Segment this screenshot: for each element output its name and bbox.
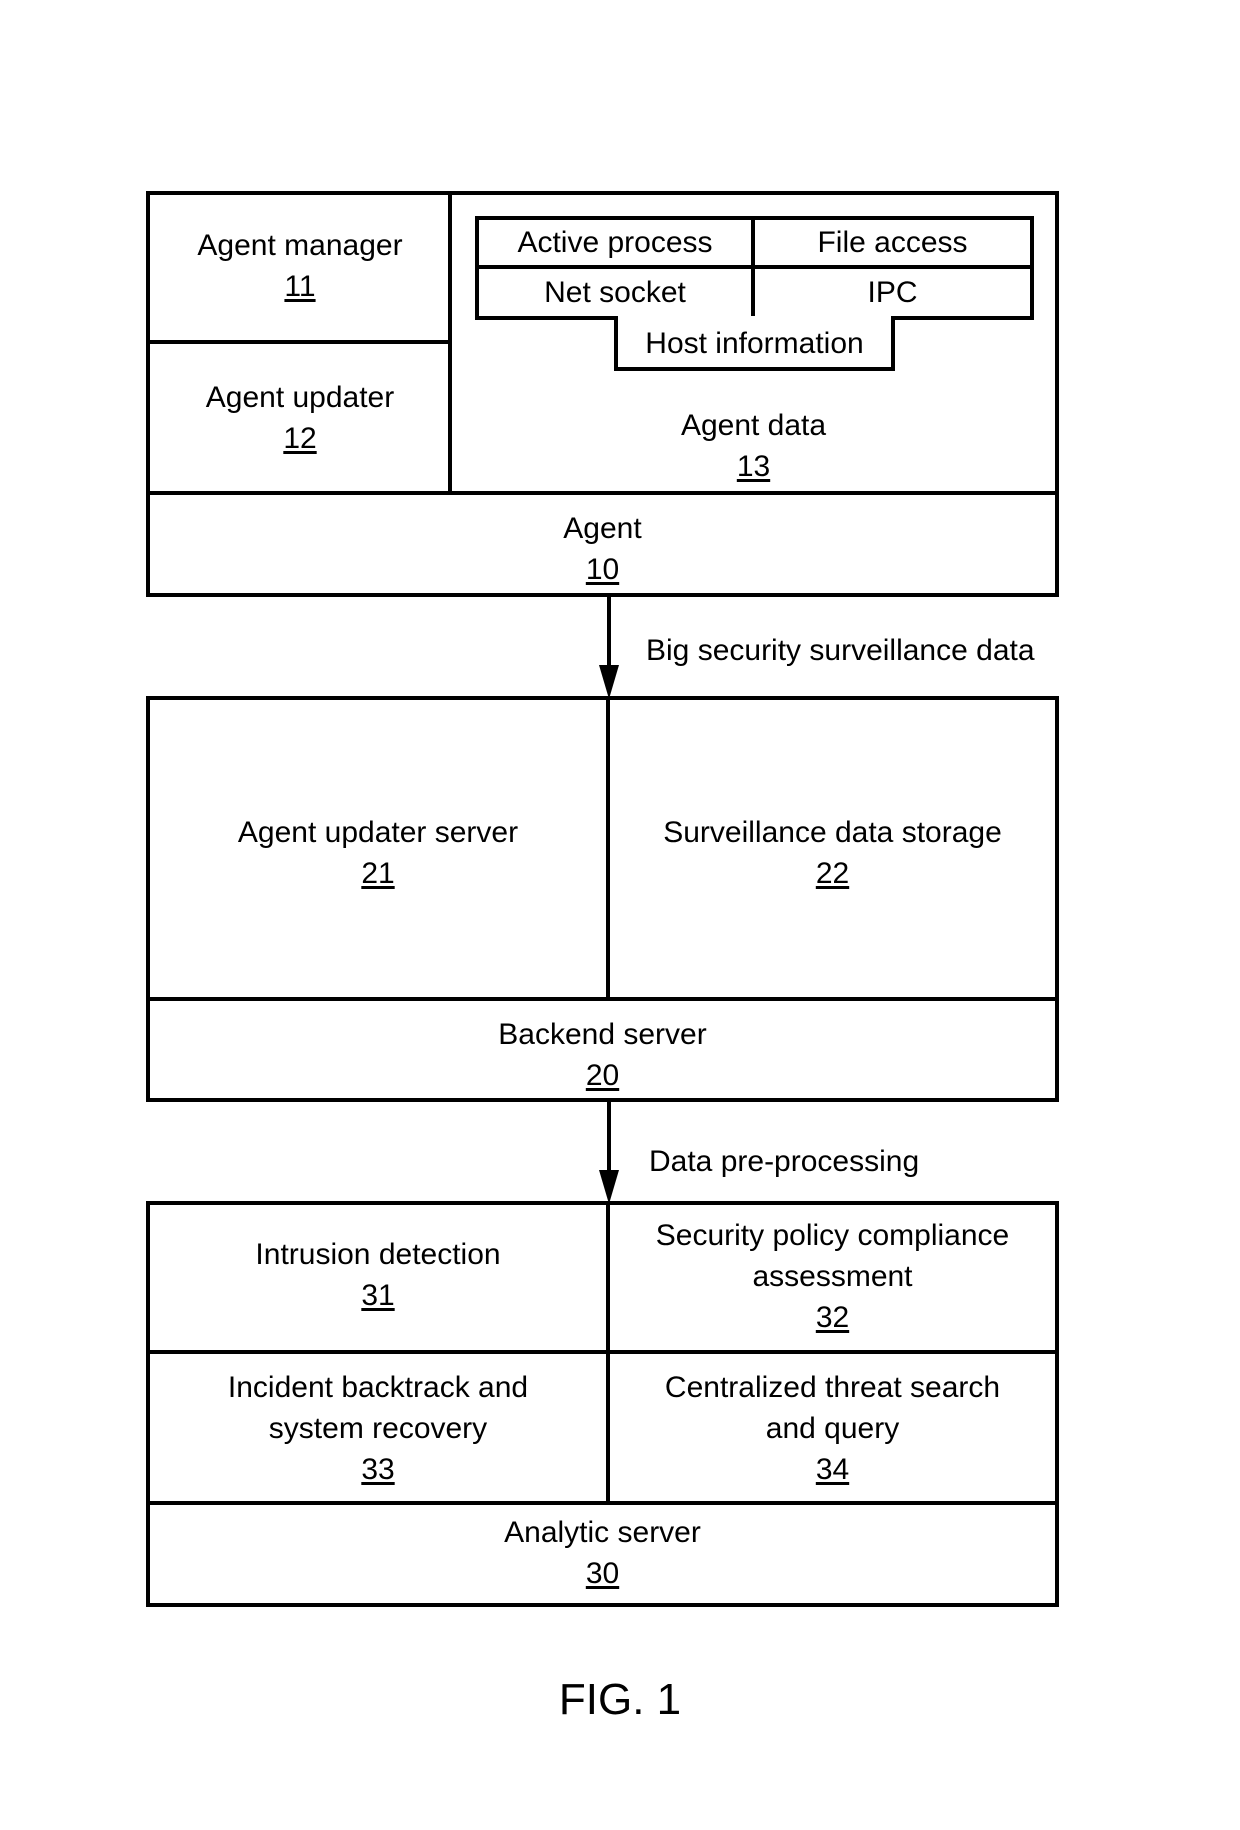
backtrack-label: Incident backtrack and system recovery 3… xyxy=(150,1367,606,1490)
threat-search-label: Centralized threat search and query 34 xyxy=(610,1367,1055,1490)
arrow1-label: Big security surveillance data xyxy=(646,634,1035,667)
analytic-row-divider-1 xyxy=(146,1350,1059,1354)
intrusion-detection-title: Intrusion detection xyxy=(255,1238,501,1271)
surveillance-storage-ref: 22 xyxy=(815,857,850,890)
threat-search-title-line1: Centralized threat search xyxy=(664,1371,1001,1404)
threat-search-title-line2: and query xyxy=(765,1412,900,1445)
agent-manager-label: Agent manager 11 xyxy=(150,225,450,307)
surveillance-storage-label: Surveillance data storage 22 xyxy=(610,812,1055,894)
arrow-head xyxy=(599,1170,619,1204)
arrow-head xyxy=(599,665,619,699)
agent-updater-ref: 12 xyxy=(283,422,317,455)
intrusion-detection-ref: 31 xyxy=(361,1279,395,1312)
agent-row-divider xyxy=(146,491,1059,495)
compliance-title-line1: Security policy compliance xyxy=(655,1219,1010,1252)
data-item-active-process: Active process xyxy=(517,225,713,259)
agent-updater-server-title: Agent updater server xyxy=(237,816,519,849)
analytic-title: Analytic server xyxy=(504,1516,701,1549)
surveillance-storage-title: Surveillance data storage xyxy=(663,816,1002,849)
data-item-ipc: IPC xyxy=(867,275,918,309)
compliance-title-line2: assessment xyxy=(752,1260,913,1293)
analytic-row-divider-2 xyxy=(146,1501,1059,1505)
arrow-backend-to-analytic xyxy=(599,1102,619,1204)
agent-updater-title: Agent updater xyxy=(205,381,395,414)
agent-label: Agent 10 xyxy=(150,508,1055,590)
backend-row-divider xyxy=(146,997,1059,1001)
compliance-ref: 32 xyxy=(815,1301,850,1334)
data-item-file-access: File access xyxy=(817,225,968,259)
arrow-agent-to-backend xyxy=(599,597,619,699)
agent-updater-server-label: Agent updater server 21 xyxy=(150,812,606,894)
compliance-label: Security policy compliance assessment 32 xyxy=(610,1215,1055,1338)
backend-ref: 20 xyxy=(585,1059,620,1092)
agent-updater-server-ref: 21 xyxy=(361,857,395,890)
data-item-host-information: Host information xyxy=(645,326,864,360)
analytic-ref: 30 xyxy=(585,1557,620,1590)
agent-data-label: Agent data 13 xyxy=(452,405,1055,487)
agent-data-ref: 13 xyxy=(736,450,771,483)
threat-search-ref: 34 xyxy=(815,1453,850,1486)
backend-label: Backend server 20 xyxy=(150,1014,1055,1096)
arrow2-label: Data pre-processing xyxy=(649,1145,920,1178)
agent-manager-title: Agent manager xyxy=(197,229,403,262)
intrusion-detection-label: Intrusion detection 31 xyxy=(150,1234,606,1316)
agent-data-title: Agent data xyxy=(680,409,827,442)
agent-title: Agent xyxy=(563,512,642,545)
backtrack-ref: 33 xyxy=(361,1453,395,1486)
agent-ref: 10 xyxy=(585,553,620,586)
analytic-label: Analytic server 30 xyxy=(150,1512,1055,1594)
backtrack-title-line2: system recovery xyxy=(268,1412,488,1445)
backend-title: Backend server xyxy=(498,1018,707,1051)
backtrack-title-line1: Incident backtrack and xyxy=(227,1371,529,1404)
figure-label: FIG. 1 xyxy=(558,1675,682,1724)
data-item-net-socket: Net socket xyxy=(544,275,686,309)
agent-manager-divider xyxy=(146,340,450,344)
agent-manager-ref: 11 xyxy=(284,270,316,303)
agent-updater-label: Agent updater 12 xyxy=(150,377,450,459)
